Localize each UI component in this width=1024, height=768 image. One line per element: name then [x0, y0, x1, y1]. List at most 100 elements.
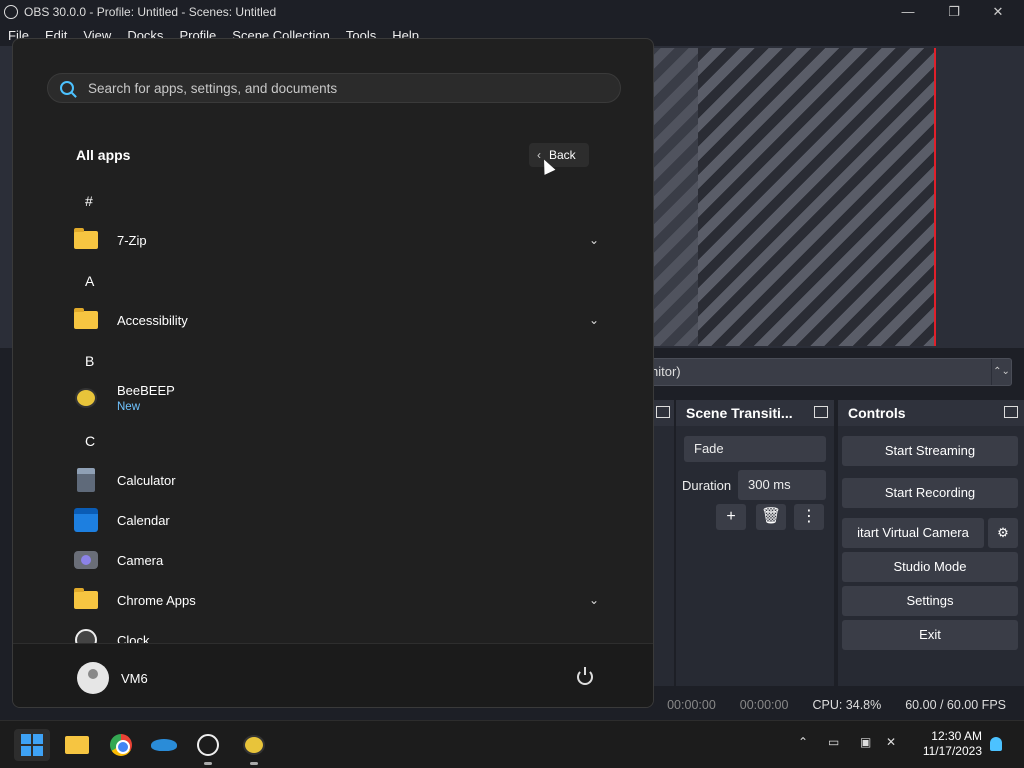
- undock-icon[interactable]: [1004, 406, 1018, 418]
- transition-menu-button[interactable]: ⋮: [794, 504, 824, 530]
- windows-logo-icon: [21, 734, 43, 756]
- virtual-camera-settings-gear-icon[interactable]: ⚙: [988, 518, 1018, 548]
- chrome-icon: [110, 734, 132, 756]
- bee-icon: [243, 735, 265, 755]
- taskbar-chrome[interactable]: [103, 729, 139, 761]
- app-label: Calendar: [117, 512, 170, 528]
- user-name[interactable]: VM6: [121, 671, 148, 686]
- notification-bell-icon[interactable]: [990, 737, 1002, 751]
- letter-header[interactable]: C: [85, 433, 95, 449]
- obs-icon: [197, 734, 219, 756]
- controls-header: Controls: [838, 400, 1024, 426]
- letter-header[interactable]: A: [85, 273, 94, 289]
- maximize-button[interactable]: ❐: [932, 2, 976, 22]
- taskbar-beebeep[interactable]: [236, 729, 272, 765]
- clock-date: 11/17/2023: [922, 744, 982, 758]
- settings-button[interactable]: Settings: [842, 586, 1018, 616]
- controls-title: Controls: [848, 405, 906, 421]
- app-label: Calculator: [117, 472, 176, 488]
- controls-dock: Controls Start Streaming Start Recording…: [838, 400, 1024, 686]
- search-icon: [60, 81, 74, 95]
- add-transition-button[interactable]: +: [716, 504, 746, 530]
- running-indicator: [204, 762, 212, 765]
- undock-icon[interactable]: [814, 406, 828, 418]
- letter-header[interactable]: #: [85, 193, 93, 209]
- folder-icon: [73, 587, 99, 613]
- duration-value: 300 ms: [748, 477, 791, 492]
- close-button[interactable]: ✕: [976, 2, 1020, 22]
- start-recording-button[interactable]: Start Recording: [842, 478, 1018, 508]
- app-item-beebeep[interactable]: BeeBEEP New: [73, 381, 599, 415]
- app-text: BeeBEEP New: [117, 383, 175, 413]
- transition-value: Fade: [694, 441, 724, 456]
- app-item-chrome-apps[interactable]: Chrome Apps ⌄: [73, 583, 599, 617]
- letter-header[interactable]: B: [85, 353, 94, 369]
- volume-muted-icon[interactable]: ✕: [886, 735, 896, 749]
- undock-icon[interactable]: [656, 406, 670, 418]
- cpu-usage: CPU: 34.8%: [812, 698, 882, 712]
- scene-transitions-header: Scene Transiti...: [676, 400, 834, 426]
- remove-transition-button[interactable]: 🗑: [756, 504, 786, 530]
- duration-label: Duration: [682, 478, 732, 493]
- app-item-camera[interactable]: Camera: [73, 543, 599, 577]
- back-button[interactable]: ‹ Back: [529, 143, 589, 167]
- chevron-left-icon: ‹: [537, 148, 541, 162]
- app-item-calendar[interactable]: Calendar: [73, 503, 599, 537]
- transition-select[interactable]: Fade: [684, 436, 826, 462]
- taskbar: ⌃ ▭ ▣ ✕ 12:30 AM 11/17/2023: [0, 720, 1024, 768]
- fps-readout: 60.00 / 60.00 FPS: [905, 698, 1006, 712]
- taskbar-obs[interactable]: [190, 729, 226, 765]
- record-time: 00:00:00: [739, 698, 789, 712]
- camera-icon: [73, 547, 99, 573]
- app-label: Camera: [117, 552, 164, 568]
- scenes-dock-edge: [654, 400, 674, 686]
- app-label: Chrome Apps: [117, 592, 196, 608]
- chevron-down-icon[interactable]: ⌄: [589, 233, 599, 247]
- start-virtual-camera-button[interactable]: itart Virtual Camera: [842, 518, 984, 548]
- user-avatar[interactable]: [77, 662, 109, 694]
- canvas-source: [698, 48, 934, 346]
- window-title: OBS 30.0.0 - Profile: Untitled - Scenes:…: [24, 5, 277, 19]
- scene-transitions-title: Scene Transiti...: [686, 405, 793, 421]
- obs-icon: [4, 5, 18, 19]
- app-label: BeeBEEP: [117, 383, 175, 398]
- app-label: Accessibility: [117, 312, 188, 328]
- taskbar-clock[interactable]: 12:30 AM 11/17/2023: [916, 729, 982, 759]
- running-indicator: [250, 762, 258, 765]
- bee-icon: [73, 385, 99, 411]
- chevron-down-icon[interactable]: ⌄: [589, 313, 599, 327]
- start-menu: All apps ‹ Back # 7-Zip ⌄ A Accessibility…: [12, 38, 654, 708]
- network-icon[interactable]: ▭: [828, 735, 839, 749]
- power-icon[interactable]: [577, 667, 593, 685]
- studio-mode-button[interactable]: Studio Mode: [842, 552, 1018, 582]
- app-item-accessibility[interactable]: Accessibility ⌄: [73, 303, 599, 337]
- start-button[interactable]: [14, 729, 50, 761]
- display-icon[interactable]: ▣: [860, 735, 871, 749]
- folder-icon: [73, 227, 99, 253]
- chevron-up-icon[interactable]: ⌃: [798, 735, 808, 749]
- select-arrows-icon: ⌃⌄: [991, 359, 1011, 385]
- duration-input[interactable]: 300 ms: [738, 470, 826, 500]
- calculator-icon: [73, 467, 99, 493]
- minimize-button[interactable]: —: [886, 2, 930, 22]
- dolphin-icon: [151, 739, 177, 751]
- all-apps-title: All apps: [76, 147, 131, 163]
- obs-titlebar: OBS 30.0.0 - Profile: Untitled - Scenes:…: [0, 0, 1024, 24]
- dock-header: [654, 400, 674, 426]
- monitor-select[interactable]: nitor) ⌃⌄: [640, 358, 1012, 386]
- exit-button[interactable]: Exit: [842, 620, 1018, 650]
- new-badge: New: [117, 401, 141, 413]
- back-label: Back: [549, 148, 576, 162]
- start-streaming-button[interactable]: Start Streaming: [842, 436, 1018, 466]
- folder-icon: [73, 307, 99, 333]
- app-item-calculator[interactable]: Calculator: [73, 463, 599, 497]
- app-item-7zip[interactable]: 7-Zip ⌄: [73, 223, 599, 257]
- start-search-input[interactable]: [88, 80, 588, 96]
- taskbar-dolphin[interactable]: [146, 729, 182, 761]
- chevron-down-icon[interactable]: ⌄: [589, 593, 599, 607]
- app-label: 7-Zip: [117, 232, 147, 248]
- clock-time: 12:30 AM: [931, 729, 982, 743]
- monitor-select-value: nitor): [651, 364, 681, 379]
- start-search-box[interactable]: [47, 73, 621, 103]
- taskbar-file-explorer[interactable]: [59, 729, 95, 761]
